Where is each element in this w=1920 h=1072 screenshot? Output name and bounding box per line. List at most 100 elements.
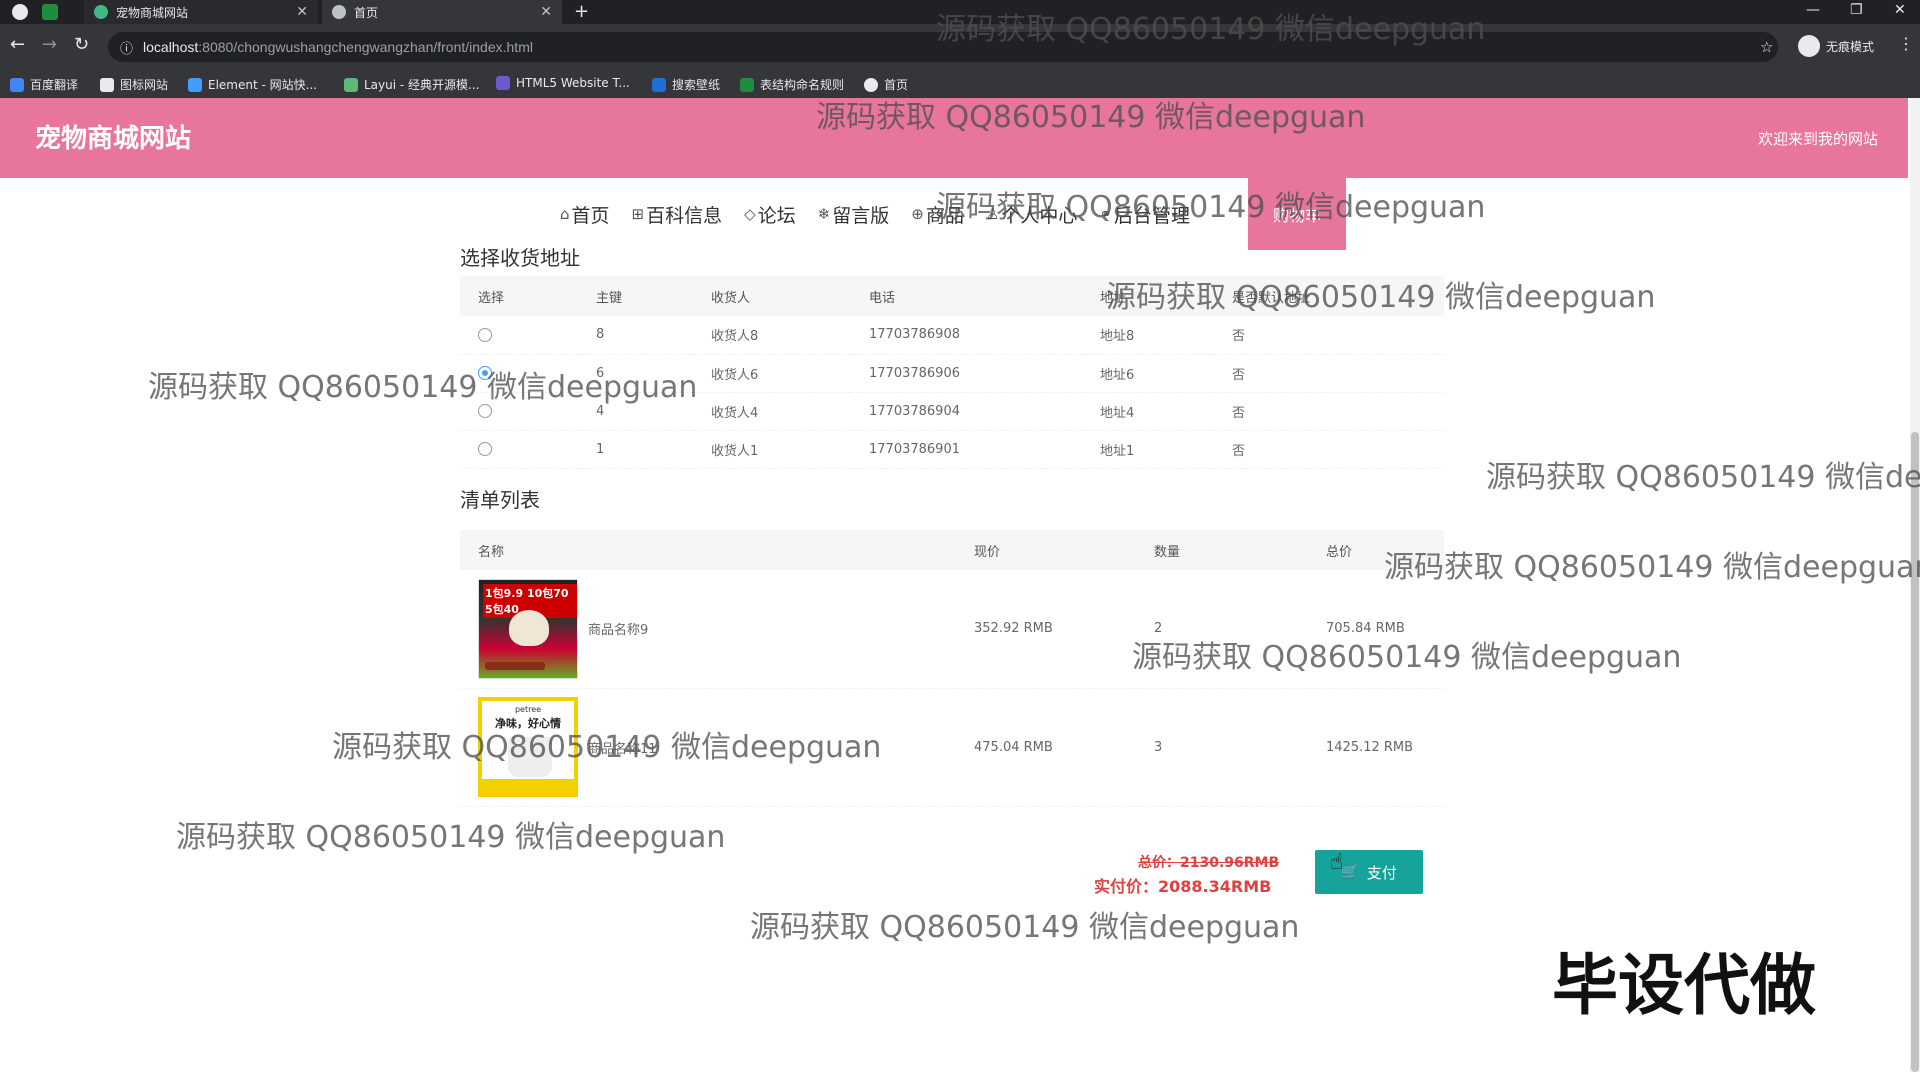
address-name: 收货人4 bbox=[693, 392, 851, 431]
column-header: 主键 bbox=[578, 276, 693, 316]
grid-icon: ⊞ bbox=[631, 205, 645, 223]
close-icon[interactable]: ✕ bbox=[296, 4, 308, 20]
globe-icon bbox=[332, 5, 346, 19]
column-header: 是否默认地址 bbox=[1214, 276, 1444, 316]
reload-icon[interactable]: ↻ bbox=[74, 36, 89, 54]
product-image[interactable]: petree 净味，好心情 bbox=[478, 697, 578, 797]
address-radio[interactable] bbox=[478, 327, 492, 342]
tab-home[interactable]: 首页 ✕ bbox=[322, 0, 562, 24]
bookmark-star-icon[interactable]: ☆ bbox=[1760, 38, 1773, 56]
mouse-cursor-icon: ☝ bbox=[1330, 850, 1344, 875]
url-path: :8080/chongwushangchengwangzhan/front/in… bbox=[198, 39, 533, 55]
product-total: 705.84 RMB bbox=[1308, 570, 1444, 689]
bookmark-item[interactable]: 百度翻译 bbox=[10, 76, 78, 93]
column-header: 选择 bbox=[460, 276, 578, 316]
address-phone: 17703786904 bbox=[851, 392, 1082, 431]
address-default: 否 bbox=[1214, 430, 1444, 469]
address-id: 8 bbox=[578, 316, 693, 355]
bookmark-item[interactable]: 首页 bbox=[864, 76, 908, 93]
watermark: 源码获取 QQ86050149 微信deepguan bbox=[750, 910, 1300, 945]
nav-admin[interactable]: ⚭ 后台管理 bbox=[1099, 201, 1190, 228]
bookmark-item[interactable]: 图标网站 bbox=[100, 76, 168, 93]
close-window-icon[interactable]: ✕ bbox=[1894, 2, 1906, 18]
bookmark-item[interactable]: Element - 网站快... bbox=[188, 76, 317, 93]
nav-cart[interactable]: 购物车 bbox=[1248, 178, 1346, 250]
image-slogan: 净味，好心情 bbox=[495, 717, 561, 730]
address-radio[interactable] bbox=[478, 442, 492, 456]
close-icon[interactable]: ✕ bbox=[540, 4, 552, 20]
incognito-label: 无痕模式 bbox=[1826, 40, 1875, 54]
element-icon bbox=[188, 77, 202, 92]
actual-total: 实付价：2088.34RMB bbox=[1094, 877, 1272, 896]
bookmark-item[interactable]: 搜索壁纸 bbox=[652, 76, 720, 93]
address-name: 收货人8 bbox=[693, 316, 851, 355]
watermark: 源码获取 QQ86050149 微信deepguan bbox=[1384, 550, 1920, 585]
column-header: 电话 bbox=[851, 276, 1082, 316]
table-row: 1包9.9 10包70 5包40 商品名称9 352.92 RMB 2 705.… bbox=[460, 570, 1444, 689]
tab-label: 首页 bbox=[354, 5, 379, 20]
product-cell: 1包9.9 10包70 5包40 商品名称9 bbox=[478, 578, 956, 679]
pay-button-label: 支付 bbox=[1366, 863, 1397, 882]
chrome-icon bbox=[12, 4, 28, 20]
welcome-text: 欢迎来到我的网站 bbox=[1757, 130, 1878, 148]
product-image[interactable]: 1包9.9 10包70 5包40 bbox=[478, 578, 578, 679]
menu-icon[interactable]: ⋮ bbox=[1898, 34, 1914, 53]
tab-pet-store[interactable]: 宠物商城网站 ✕ bbox=[84, 0, 318, 24]
tag-icon: ◇ bbox=[744, 205, 756, 223]
column-header: 地址 bbox=[1082, 276, 1214, 316]
address-radio[interactable] bbox=[478, 366, 492, 380]
html5-icon bbox=[496, 76, 510, 90]
table-row[interactable]: 1 收货人1 17703786901 地址1 否 bbox=[460, 430, 1444, 469]
address-id: 4 bbox=[578, 392, 693, 431]
nav-home[interactable]: ⌂ 首页 bbox=[560, 201, 610, 228]
table-row[interactable]: 8 收货人8 17703786908 地址8 否 bbox=[460, 316, 1444, 355]
column-header: 名称 bbox=[460, 530, 956, 570]
address-text: 地址6 bbox=[1082, 354, 1214, 393]
column-header: 现价 bbox=[956, 530, 1136, 570]
product-price: 475.04 RMB bbox=[956, 688, 1136, 807]
incognito-icon[interactable] bbox=[1798, 35, 1820, 57]
nav-forum[interactable]: ◇ 论坛 bbox=[744, 201, 796, 228]
pinned-tab-icon[interactable] bbox=[42, 4, 58, 20]
restore-icon[interactable]: ❐ bbox=[1850, 2, 1863, 18]
new-tab-button[interactable]: + bbox=[574, 1, 589, 22]
table-row[interactable]: 4 收货人4 17703786904 地址4 否 bbox=[460, 392, 1444, 431]
original-total: 总价：2130.96RMB bbox=[1138, 855, 1280, 871]
back-icon[interactable]: ← bbox=[10, 36, 25, 54]
product-name: 商品名称9 bbox=[588, 623, 649, 639]
address-radio[interactable] bbox=[478, 404, 492, 418]
bookmark-item[interactable]: HTML5 Website T... bbox=[496, 76, 630, 90]
globe-icon bbox=[864, 77, 878, 92]
product-box bbox=[508, 737, 552, 777]
order-list-table: 名称 现价 数量 总价 1包9.9 10包70 5包40 商品名称9 352.9… bbox=[460, 530, 1444, 807]
scrollbar-thumb[interactable] bbox=[1911, 432, 1919, 1072]
address-phone: 17703786901 bbox=[851, 430, 1082, 469]
translate-icon bbox=[10, 77, 24, 92]
address-phone: 17703786906 bbox=[851, 354, 1082, 393]
table-row[interactable]: 6 收货人6 17703786906 地址6 否 bbox=[460, 354, 1444, 393]
info-icon[interactable]: ⓘ bbox=[120, 38, 133, 57]
address-name: 收货人6 bbox=[693, 354, 851, 393]
url-host: localhost bbox=[143, 39, 199, 55]
address-bar[interactable]: ⓘ localhost:8080/chongwushangchengwangzh… bbox=[108, 32, 1778, 62]
table-header-row: 名称 现价 数量 总价 bbox=[460, 530, 1444, 570]
minimize-icon[interactable]: — bbox=[1806, 2, 1820, 18]
bookmark-item[interactable]: 表结构命名规则 bbox=[740, 76, 844, 93]
nav-products[interactable]: ⊕ 商品 bbox=[911, 201, 964, 228]
forward-icon[interactable]: → bbox=[42, 36, 57, 54]
snowflake-icon: ❄ bbox=[817, 205, 831, 223]
home-icon: ⌂ bbox=[560, 205, 570, 223]
cart-icon: ⊕ bbox=[911, 205, 924, 223]
site-header: 宠物商城网站 欢迎来到我的网站 bbox=[0, 98, 1908, 178]
product-total: 1425.12 RMB bbox=[1308, 688, 1444, 807]
product-price: 352.92 RMB bbox=[956, 570, 1136, 689]
product-qty: 3 bbox=[1136, 688, 1308, 807]
dog-figure bbox=[509, 609, 549, 646]
image-brand: petree bbox=[514, 705, 542, 714]
nav-encyclopedia[interactable]: ⊞ 百科信息 bbox=[632, 201, 723, 228]
bookmark-item[interactable]: Layui - 经典开源模... bbox=[344, 76, 479, 93]
list-section-title: 清单列表 bbox=[460, 488, 540, 512]
nav-messages[interactable]: ❄ 留言版 bbox=[818, 201, 890, 228]
address-default: 否 bbox=[1214, 392, 1444, 431]
nav-user-center[interactable]: ♙ 个人中心 bbox=[986, 201, 1077, 228]
